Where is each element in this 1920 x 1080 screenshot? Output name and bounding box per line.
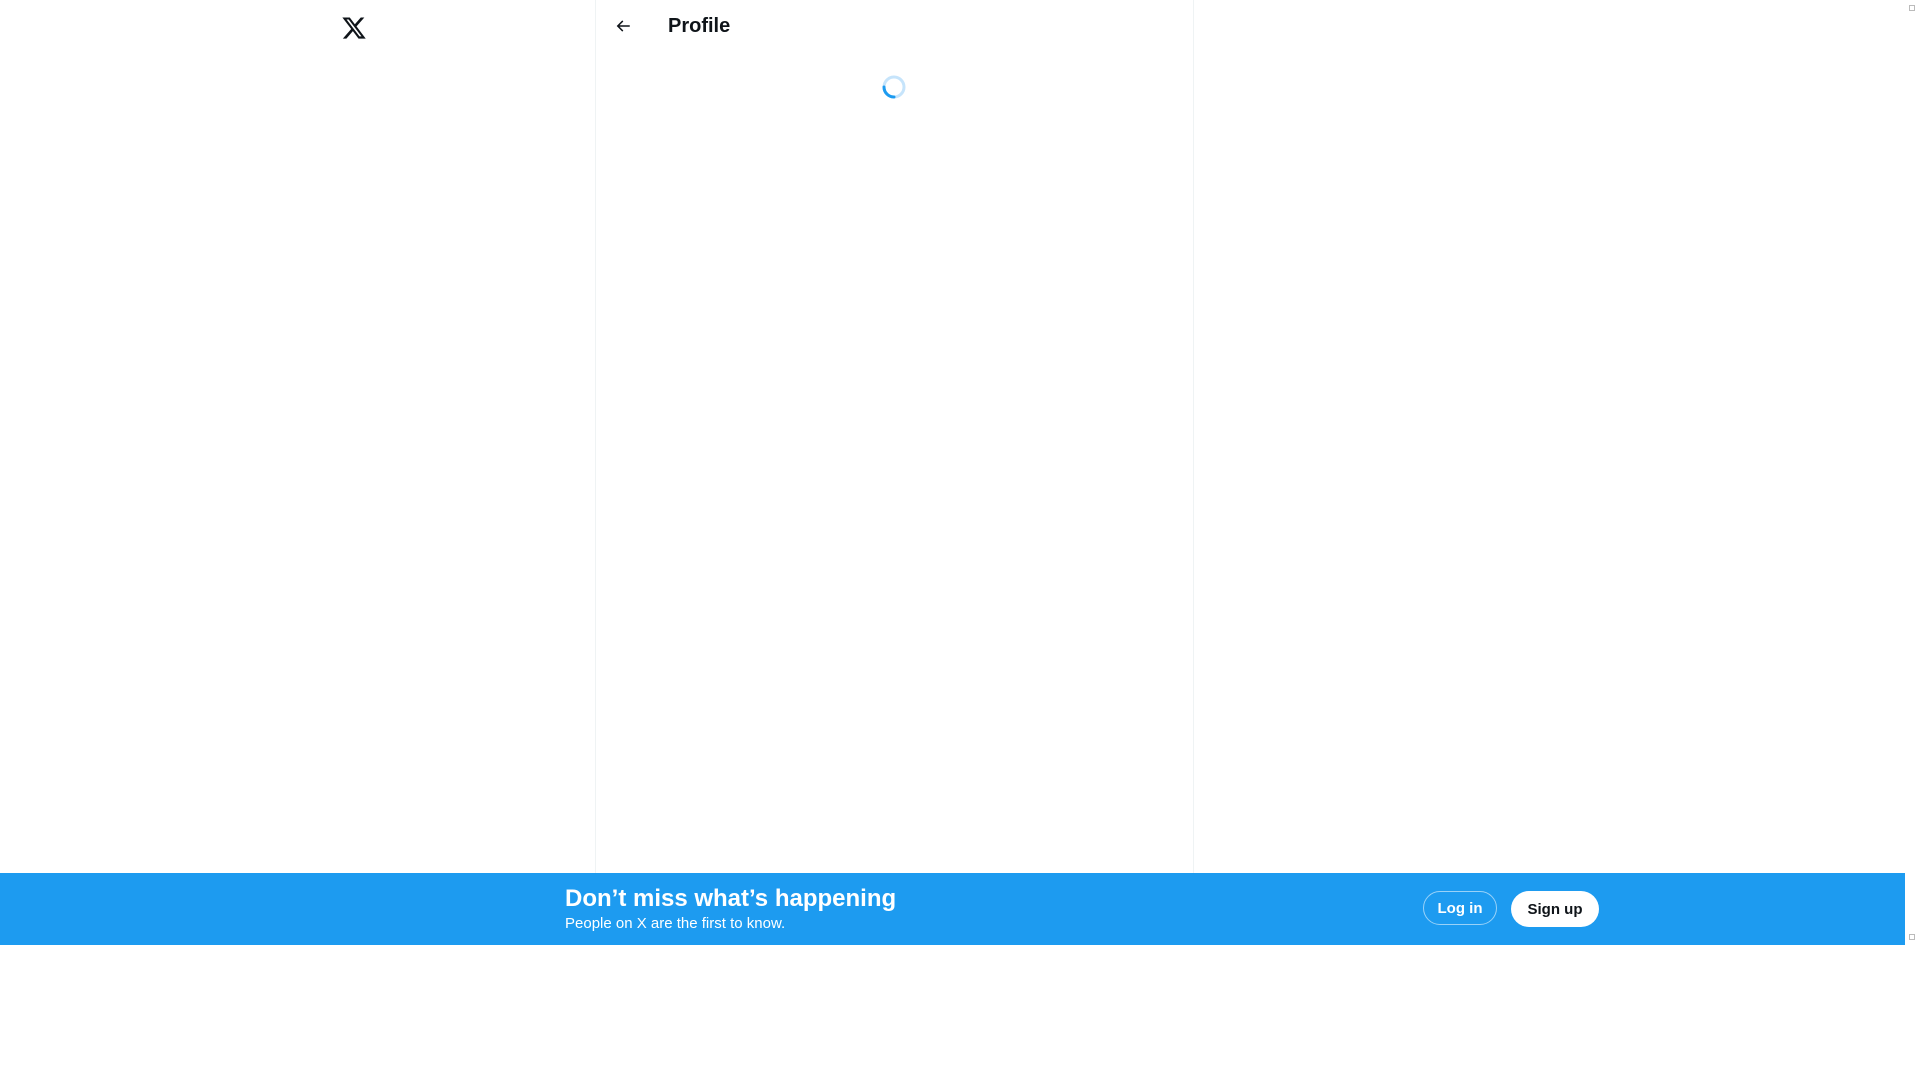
main-column: Profile — [596, 0, 1194, 873]
signup-prompt-subtext: People on X are the first to know. — [565, 915, 786, 932]
x-logo-icon[interactable] — [336, 10, 372, 46]
page-blank-area — [0, 945, 1920, 1080]
page-title: Profile — [668, 15, 731, 37]
login-button[interactable]: Log in — [1423, 891, 1497, 925]
signup-button[interactable]: Sign up — [1511, 891, 1599, 927]
page-scrollbar[interactable] — [1905, 0, 1920, 945]
left-sidebar — [0, 0, 596, 873]
scroll-up-arrow[interactable] — [1909, 5, 1915, 11]
signup-prompt-headline: Don’t miss what’s happening — [565, 885, 897, 912]
app-viewport: Profile Don’t miss what’s happening Peop… — [0, 0, 1905, 945]
signup-prompt-text: Don’t miss what’s happening People on X … — [565, 884, 896, 934]
profile-header: Profile — [596, 0, 1193, 53]
loading-spinner-icon — [882, 75, 906, 99]
scroll-down-arrow[interactable] — [1909, 934, 1915, 940]
back-button[interactable] — [606, 9, 640, 43]
signup-prompt-bar: Don’t miss what’s happening People on X … — [0, 873, 1905, 945]
arrow-left-icon — [616, 20, 630, 32]
